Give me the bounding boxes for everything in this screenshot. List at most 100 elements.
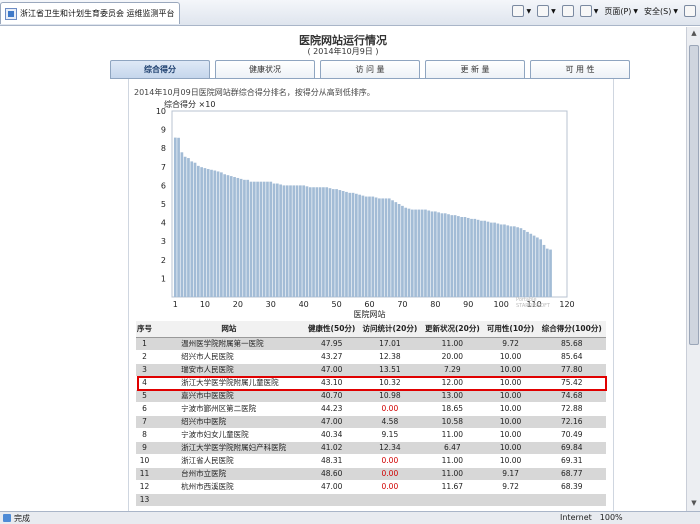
x-tick-label: 1: [173, 300, 178, 309]
table-cell: 12.00: [421, 376, 484, 390]
table-cell: 20.00: [421, 350, 484, 364]
table-cell: 11.00: [421, 337, 484, 351]
table-row[interactable]: 1 温州医学院附属第一医院 47.95 17.01 11.00 9.72 85.68: [136, 337, 606, 351]
bar: [473, 218, 477, 297]
table-row[interactable]: 2 绍兴市人民医院 43.27 12.38 20.00 10.00 85.64: [136, 350, 606, 364]
table-cell: 68.77: [537, 467, 606, 481]
bar: [443, 213, 447, 297]
table-cell: 3: [136, 363, 154, 377]
scroll-up-icon[interactable]: ▲: [689, 29, 699, 39]
y-axis-label: 综合得分 ×10: [164, 99, 215, 109]
vertical-scrollbar[interactable]: ▲ ▼: [686, 27, 700, 511]
bar: [354, 193, 358, 297]
table-row[interactable]: 8 宁波市妇女儿童医院 40.34 9.15 11.00 10.00 70.49: [136, 428, 606, 442]
bar: [427, 210, 431, 297]
bar: [302, 185, 306, 297]
table-row[interactable]: 13: [136, 493, 606, 507]
table-cell: 85.64: [537, 350, 606, 364]
table-header-cell: 序号: [136, 321, 154, 338]
bar: [239, 178, 243, 297]
tab-visits[interactable]: 访 问 量: [320, 60, 420, 78]
bar: [539, 239, 543, 297]
x-axis-label: 医院网站: [354, 309, 386, 319]
table-cell: 12.34: [358, 441, 422, 455]
table-cell: 11.00: [421, 454, 484, 468]
bar: [187, 158, 190, 297]
bar: [463, 217, 467, 297]
table-cell: 5: [136, 389, 154, 403]
bar: [512, 226, 516, 297]
bar: [536, 237, 539, 297]
bar: [410, 209, 414, 297]
tab-updates[interactable]: 更 新 量: [425, 60, 525, 78]
tab-health[interactable]: 健康状况: [215, 60, 315, 78]
table-row[interactable]: 12 杭州市西溪医院 47.00 0.00 11.67 9.72 68.39: [136, 480, 606, 494]
table-row[interactable]: 5 嘉兴市中医医院 40.70 10.98 13.00 10.00 74.68: [136, 389, 606, 403]
browser-tab-title: 浙江省卫生和计划生育委员会 运维监测平台: [20, 9, 175, 18]
tab-overall-score[interactable]: 综合得分: [110, 60, 210, 78]
table-row[interactable]: 4 浙江大学医学院附属儿童医院 43.10 10.32 12.00 10.00 75.42: [136, 376, 606, 390]
table-cell: 11.67: [421, 480, 484, 494]
x-tick-label: 80: [430, 300, 440, 309]
table-row[interactable]: 3 瑞安市人民医院 47.00 13.51 7.29 10.00 77.80: [136, 363, 606, 377]
help-button[interactable]: [684, 5, 696, 17]
bar: [341, 190, 345, 297]
home-button[interactable]: ▼: [512, 5, 531, 17]
table-row[interactable]: 6 宁波市鄞州区第二医院 44.23 0.00 18.65 10.00 72.88: [136, 402, 606, 416]
scroll-down-icon[interactable]: ▼: [689, 499, 699, 509]
table-cell: 9.15: [358, 428, 422, 442]
bar: [519, 228, 523, 297]
site-name-cell: 绍兴市人民医院: [153, 350, 305, 364]
tab-availability[interactable]: 可 用 性: [530, 60, 630, 78]
y-tick-label: 2: [161, 256, 166, 265]
mail-button[interactable]: [561, 5, 574, 17]
table-cell: [421, 493, 484, 507]
bar: [272, 183, 276, 297]
table-header-cell: 网站: [153, 321, 305, 338]
table-row[interactable]: 7 绍兴市中医院 47.00 4.58 10.58 10.00 72.16: [136, 415, 606, 429]
page-menu-button[interactable]: 页面(P) ▼: [604, 6, 638, 17]
table-cell: 4: [136, 376, 154, 390]
bar: [177, 137, 180, 297]
bar: [522, 230, 526, 297]
y-tick-label: 8: [161, 144, 166, 153]
table-cell: 10.00: [483, 376, 538, 390]
table-cell: 47.95: [304, 337, 359, 351]
table-row[interactable]: 11 台州市立医院 48.60 0.00 11.00 9.17 68.77: [136, 467, 606, 481]
browser-tab[interactable]: 浙江省卫生和计划生育委员会 运维监测平台: [0, 2, 180, 24]
table-cell: 48.31: [304, 454, 359, 468]
table-row[interactable]: 10 浙江省人民医院 48.31 0.00 11.00 10.00 69.31: [136, 454, 606, 468]
watermark: Portable STARRIBSOFT: [516, 297, 550, 309]
table-cell: 10.98: [358, 389, 422, 403]
table-row[interactable]: 9 浙江大学医学院附属妇产科医院 41.02 12.34 6.47 10.00 69.84: [136, 441, 606, 455]
safety-menu-button[interactable]: 安全(S) ▼: [644, 6, 678, 17]
site-name-cell: 浙江大学医学院附属妇产科医院: [153, 441, 305, 455]
bar: [295, 185, 299, 297]
table-cell: 7: [136, 415, 154, 429]
table-cell: 0.00: [358, 480, 422, 494]
bar: [532, 235, 536, 297]
browser-toolbar: 浙江省卫生和计划生育委员会 运维监测平台 ▼ ▼ ▼ 页面(P) ▼ 安全(S) ▼: [0, 0, 700, 26]
scrollbar-thumb[interactable]: [689, 45, 699, 345]
bar: [210, 169, 213, 297]
security-zone: Internet: [560, 513, 592, 522]
bar: [493, 222, 496, 297]
bar: [374, 197, 378, 297]
site-name-cell: 宁波市妇女儿童医院: [153, 428, 305, 442]
bar: [457, 216, 460, 297]
table-cell: 9.17: [483, 467, 538, 481]
bar: [391, 200, 394, 297]
rss-icon: [537, 5, 550, 17]
table-cell: 47.00: [304, 363, 359, 377]
bar: [407, 208, 411, 297]
site-name-cell: 浙江大学医学院附属儿童医院: [153, 376, 305, 390]
table-cell: 9.72: [483, 337, 538, 351]
bar: [414, 209, 417, 297]
table-cell: 69.31: [537, 454, 606, 468]
bar: [506, 225, 510, 297]
table-header-cell: 访问统计(20分): [358, 321, 422, 338]
print-button[interactable]: ▼: [579, 5, 598, 17]
table-cell: 9.72: [483, 480, 538, 494]
feeds-button[interactable]: ▼: [537, 5, 556, 17]
zoom-level[interactable]: 100%: [600, 513, 623, 522]
